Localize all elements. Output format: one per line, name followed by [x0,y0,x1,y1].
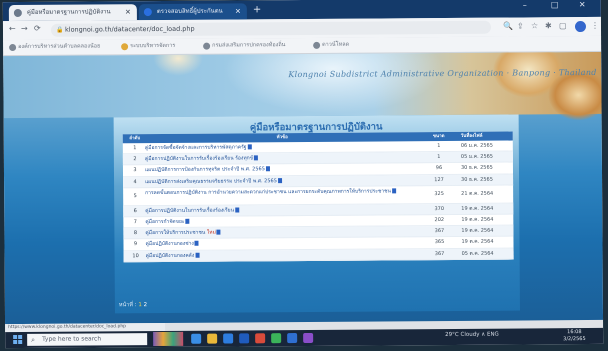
new-badge: ใหม่ [206,229,216,236]
document-link[interactable]: คู่มือการปฏิบัติงานในการรับเรื่องร้องเรี… [145,204,420,216]
table-row: 10 คู่มือปฏิบัติงานกองคลัง 367 05 ต.ค. 2… [123,248,514,262]
zoom-icon[interactable]: 🔍 [503,22,513,31]
web-page: Klongnoi Subdistrict Administrative Orga… [3,51,604,325]
pager-label: หน้าที่ [118,302,134,309]
system-tray[interactable]: 29°C Cloudy ∧ ENG [445,332,499,338]
window-close-button[interactable]: ✕ [579,0,586,9]
site-banner: Klongnoi Subdistrict Administrative Orga… [3,51,604,121]
taskbar-search-input[interactable]: ⌕ Type here to search [27,333,148,346]
app-icon[interactable] [303,332,314,344]
facebook-icon [143,8,152,17]
tab-label: ตรวจสอบสิทธิ์ผู้ประกันตน [156,7,223,16]
share-icon[interactable]: ⇪ [517,21,524,30]
word-icon[interactable] [287,333,298,344]
search-highlight-image[interactable] [153,331,184,347]
word-file-icon [277,177,282,183]
search-icon: ⌕ [31,335,36,344]
search-placeholder: Type here to search [42,335,102,343]
task-view-icon[interactable] [191,333,202,344]
word-file-icon [391,188,396,194]
sidebar-icon[interactable]: ▢ [559,21,567,30]
bookmark-icon [121,43,129,51]
document-link[interactable]: แผนปฏิบัติการส่งเสริมคุณธรรมจริยธรรม ประ… [145,175,420,187]
store-icon[interactable] [239,333,250,344]
word-file-icon [254,155,259,161]
close-icon[interactable]: ✕ [235,3,241,19]
reload-icon[interactable]: ⟳ [34,24,41,33]
maximize-button[interactable]: □ [551,0,559,9]
site-favicon-icon [13,8,22,18]
forward-icon[interactable]: → [21,24,28,33]
word-file-icon [216,229,221,235]
windows-start-icon[interactable] [13,334,23,345]
word-file-icon [234,207,240,213]
bookmark-icon [313,41,321,49]
bookmark-item[interactable]: ดาวน์โหลด [313,40,349,51]
content-panel: คู่มือหรือมาตรฐานการปฏิบัติงาน ลำดับ หัว… [113,114,520,314]
lock-icon: 🔒 [55,26,64,34]
monitor-screen: คู่มือหรือมาตรฐานการปฏิบัติงาน ✕ ตรวจสอบ… [2,0,604,349]
bookmark-icon [203,42,211,50]
document-link[interactable]: การลดขั้นตอนการปฏิบัติงาน การอำนวยความสะ… [145,187,420,197]
url-bar[interactable]: 🔒 klongnoi.go.th/datacenter/doc_load.php [50,20,492,37]
word-file-icon [247,144,252,150]
app-icon[interactable] [255,333,266,344]
pagination: หน้าที่ : 1 2 [118,302,148,309]
chrome-icon[interactable] [271,333,282,344]
tab-label: คู่มือหรือมาตรฐานการปฏิบัติงาน [26,8,111,16]
bookmark-icon [9,43,17,52]
document-link[interactable]: คู่มือการจัดซื้อจัดจ้างและการบริหารพัสดุ… [145,141,420,153]
close-icon[interactable]: ✕ [125,4,131,20]
page-link-2[interactable]: 2 [144,302,148,308]
word-file-icon [265,166,270,172]
taskbar-clock[interactable]: 16:08 3/2/2565 [563,329,586,343]
word-file-icon [195,252,200,258]
document-link[interactable]: คู่มือการปฏิบัติงานในการรับเรื่องร้องเรี… [145,152,420,164]
header-size: ขนาด [432,134,445,140]
bookmark-item[interactable]: องค์การบริหารส่วนตำบลคลองน้อย [9,41,100,53]
header-no: ลำดับ [129,136,141,142]
file-explorer-icon[interactable] [207,333,218,344]
word-file-icon [185,218,190,224]
document-link[interactable]: คู่มือปฏิบัติงานกองช่าง [145,237,420,249]
header-date: วันที่ลงไฟล์ [460,133,483,139]
document-table: ลำดับ หัวข้อ ขนาด วันที่ลงไฟล์ 1 คู่มือก… [122,131,514,262]
document-link[interactable]: คู่มือการกำจัดขยะ [145,215,420,227]
windows-taskbar: ⌕ Type here to search 29°C Cloudy ∧ ENG … [5,327,604,349]
minimize-button[interactable]: – [523,0,527,9]
bookmark-item[interactable]: ระบบบริหารจัดการ [121,41,175,52]
document-link[interactable]: แผนปฏิบัติการการป้องกันการทุจริต ประจำปี… [145,164,420,176]
word-file-icon [194,241,199,247]
extensions-icon[interactable]: ✱ [545,21,552,30]
new-tab-button[interactable]: + [253,3,261,17]
star-icon[interactable]: ☆ [531,21,538,30]
tab-active[interactable]: คู่มือหรือมาตรฐานการปฏิบัติงาน ✕ [8,4,137,22]
url-text: klongnoi.go.th/datacenter/doc_load.php [64,24,195,34]
edge-icon[interactable] [223,333,234,344]
page-link-1[interactable]: 1 [138,302,142,308]
tab-inactive[interactable]: ตรวจสอบสิทธิ์ผู้ประกันตน ✕ [138,3,247,21]
bookmark-item[interactable]: กรมส่งเสริมการปกครองท้องถิ่น [203,40,285,52]
back-icon[interactable]: ← [9,24,16,33]
document-link[interactable]: คู่มือการให้บริการประชาชน ใหม่ [145,226,420,238]
document-link[interactable]: คู่มือปฏิบัติงานกองคลัง [146,249,421,261]
menu-icon[interactable]: ⋮ [591,21,599,30]
profile-avatar[interactable] [574,21,587,33]
